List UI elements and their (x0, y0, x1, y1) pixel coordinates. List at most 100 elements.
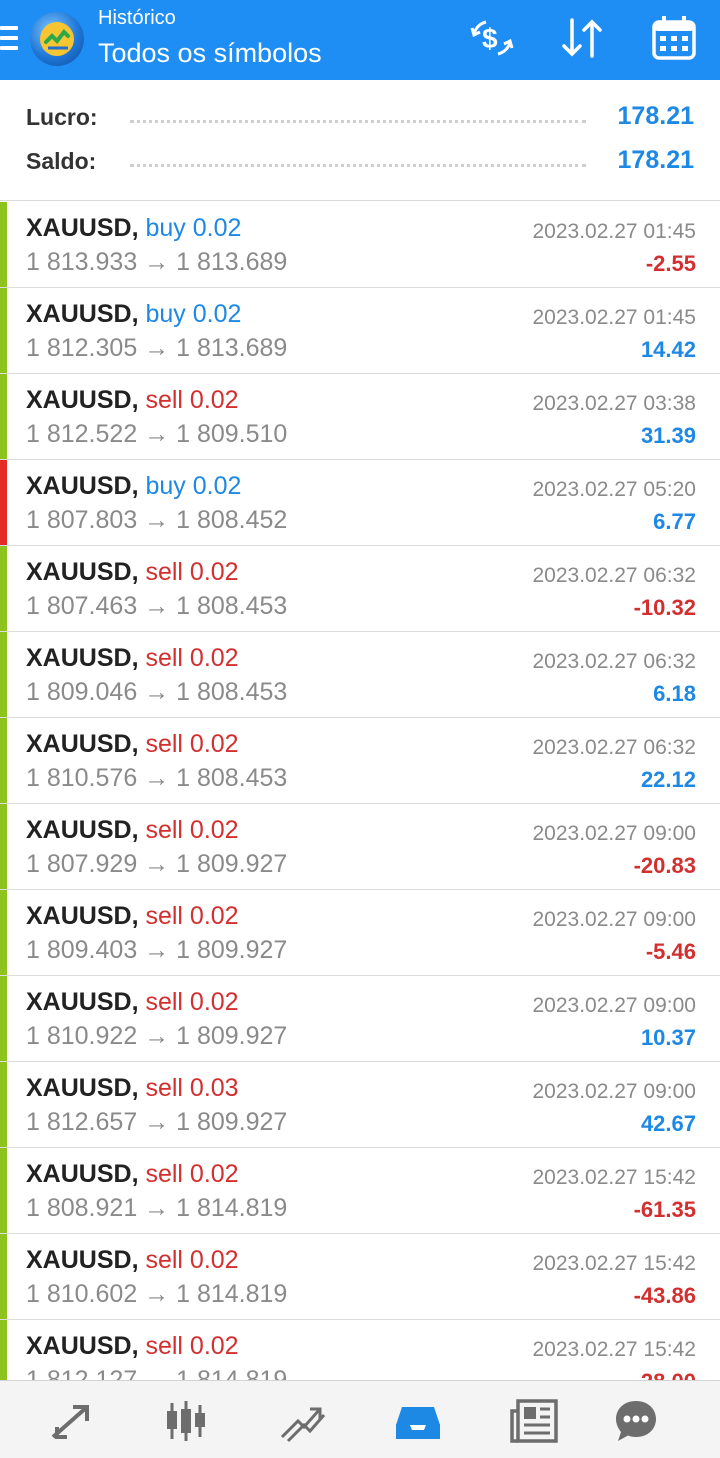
trade-row[interactable]: XAUUSD, buy 0.02 1 813.933 → 1 813.689 202… (0, 202, 720, 288)
trade-prices: 1 809.046 → 1 808.453 (26, 678, 288, 706)
app-header: Histórico Todos os símbolos $ (0, 0, 720, 80)
trade-marker (0, 460, 7, 545)
trade-datetime: 2023.02.27 09:00 (532, 822, 697, 845)
quotes-icon[interactable] (47, 1397, 95, 1445)
dotted-leader (130, 120, 586, 123)
trade-symbol: XAUUSD, sell 0.02 (26, 816, 239, 845)
symbol-name: XAUUSD, (26, 472, 139, 500)
trade-profit: 6.77 (653, 509, 696, 534)
trade-prices: 1 810.576 → 1 808.453 (26, 764, 288, 792)
trade-profit: -61.35 (633, 1197, 696, 1222)
trade-row[interactable]: XAUUSD, buy 0.02 1 812.305 → 1 813.689 202… (0, 288, 720, 374)
sort-icon[interactable] (558, 14, 606, 62)
trade-datetime: 2023.02.27 09:00 (532, 1080, 697, 1103)
trade-history-list[interactable]: XAUUSD, buy 0.02 1 813.933 → 1 813.689 202… (0, 202, 720, 1380)
trade-direction: sell 0.02 (145, 730, 239, 758)
trade-datetime: 2023.02.27 01:45 (532, 220, 697, 243)
profit-label: Lucro: (26, 104, 98, 130)
calendar-icon[interactable] (650, 14, 698, 62)
trade-prices: 1 810.922 → 1 809.927 (26, 1022, 288, 1050)
trade-datetime: 2023.02.27 03:38 (532, 392, 697, 415)
trade-marker (0, 1148, 7, 1233)
symbol-name: XAUUSD, (26, 902, 139, 930)
chat-icon[interactable] (612, 1397, 660, 1445)
symbol-name: XAUUSD, (26, 558, 139, 586)
trade-datetime: 2023.02.27 09:00 (532, 908, 697, 931)
trade-profit: 42.67 (640, 1111, 696, 1136)
trade-prices: 1 812.657 → 1 809.927 (26, 1108, 288, 1136)
trade-row[interactable]: XAUUSD, sell 0.02 1 808.921 → 1 814.819 20… (0, 1148, 720, 1234)
trade-direction: buy 0.02 (145, 300, 242, 328)
trade-profit: -43.86 (633, 1283, 696, 1308)
trade-row[interactable]: XAUUSD, sell 0.02 1 807.463 → 1 808.453 20… (0, 546, 720, 632)
trade-symbol: XAUUSD, sell 0.03 (26, 1074, 239, 1103)
header-title[interactable]: Todos os símbolos (98, 38, 322, 69)
history-icon[interactable] (394, 1397, 442, 1445)
trade-prices: 1 807.803 → 1 808.452 (26, 506, 288, 534)
summary-panel: Lucro: 178.21 Saldo: 178.21 (0, 80, 720, 201)
symbol-name: XAUUSD, (26, 300, 139, 328)
trade-datetime: 2023.02.27 15:42 (532, 1166, 697, 1189)
dotted-leader (130, 164, 586, 167)
trade-direction: sell 0.02 (145, 644, 239, 672)
trade-direction: sell 0.03 (145, 1074, 239, 1102)
trade-prices: 1 812.127 → 1 814.819 (26, 1366, 288, 1380)
balance-label: Saldo: (26, 148, 97, 174)
trade-marker (0, 546, 7, 631)
trade-datetime: 2023.02.27 09:00 (532, 994, 697, 1017)
trade-profit: 31.39 (640, 423, 696, 448)
trade-prices: 1 813.933 → 1 813.689 (26, 248, 288, 276)
trade-direction: sell 0.02 (145, 386, 239, 414)
symbol-name: XAUUSD, (26, 644, 139, 672)
trade-icon[interactable] (278, 1397, 326, 1445)
symbol-name: XAUUSD, (26, 1332, 139, 1360)
trade-row[interactable]: XAUUSD, sell 0.02 1 810.922 → 1 809.927 20… (0, 976, 720, 1062)
trade-symbol: XAUUSD, buy 0.02 (26, 214, 241, 243)
trade-row[interactable]: XAUUSD, sell 0.02 1 809.403 → 1 809.927 20… (0, 890, 720, 976)
trade-datetime: 2023.02.27 15:42 (532, 1338, 697, 1361)
trade-direction: buy 0.02 (145, 214, 242, 242)
symbol-name: XAUUSD, (26, 988, 139, 1016)
trade-direction: sell 0.02 (145, 1246, 239, 1274)
menu-icon[interactable] (0, 26, 18, 52)
trade-marker (0, 1062, 7, 1147)
trade-row[interactable]: XAUUSD, sell 0.02 1 812.522 → 1 809.510 20… (0, 374, 720, 460)
trade-row[interactable]: XAUUSD, buy 0.02 1 807.803 → 1 808.452 202… (0, 460, 720, 546)
trade-marker (0, 890, 7, 975)
trade-profit: -10.32 (633, 595, 696, 620)
trade-profit: -5.46 (645, 939, 696, 964)
trade-row[interactable]: XAUUSD, sell 0.03 1 812.657 → 1 809.927 20… (0, 1062, 720, 1148)
trade-row[interactable]: XAUUSD, sell 0.02 1 810.576 → 1 808.453 20… (0, 718, 720, 804)
trade-profit: -2.55 (645, 251, 696, 276)
symbol-name: XAUUSD, (26, 816, 139, 844)
currency-exchange-icon[interactable]: $ (468, 14, 516, 62)
trade-profit: 22.12 (640, 767, 696, 792)
trade-marker (0, 976, 7, 1061)
symbol-name: XAUUSD, (26, 1074, 139, 1102)
trade-marker (0, 1234, 7, 1319)
trade-prices: 1 808.921 → 1 814.819 (26, 1194, 288, 1222)
trade-prices: 1 807.463 → 1 808.453 (26, 592, 288, 620)
trade-datetime: 2023.02.27 01:45 (532, 306, 697, 329)
svg-text:$: $ (482, 23, 498, 54)
trade-row[interactable]: XAUUSD, sell 0.02 1 809.046 → 1 808.453 20… (0, 632, 720, 718)
trade-symbol: XAUUSD, sell 0.02 (26, 386, 239, 415)
chart-icon[interactable] (162, 1397, 210, 1445)
trade-profit: 14.42 (640, 337, 696, 362)
trade-symbol: XAUUSD, sell 0.02 (26, 988, 239, 1017)
trade-profit: 6.18 (653, 681, 696, 706)
trade-row[interactable]: XAUUSD, sell 0.02 1 807.929 → 1 809.927 20… (0, 804, 720, 890)
trade-row[interactable]: XAUUSD, sell 0.02 1 810.602 → 1 814.819 20… (0, 1234, 720, 1320)
symbol-name: XAUUSD, (26, 1246, 139, 1274)
trade-marker (0, 1320, 7, 1380)
trade-row[interactable]: XAUUSD, sell 0.02 1 812.127 → 1 814.819 20… (0, 1320, 720, 1380)
trade-marker (0, 288, 7, 373)
trade-direction: sell 0.02 (145, 902, 239, 930)
news-icon[interactable] (510, 1397, 558, 1445)
bottom-navigation (0, 1380, 720, 1458)
header-subtitle: Histórico (98, 7, 176, 29)
trade-prices: 1 812.522 → 1 809.510 (26, 420, 288, 448)
trade-symbol: XAUUSD, sell 0.02 (26, 1160, 239, 1189)
trade-marker (0, 374, 7, 459)
trade-prices: 1 807.929 → 1 809.927 (26, 850, 288, 878)
